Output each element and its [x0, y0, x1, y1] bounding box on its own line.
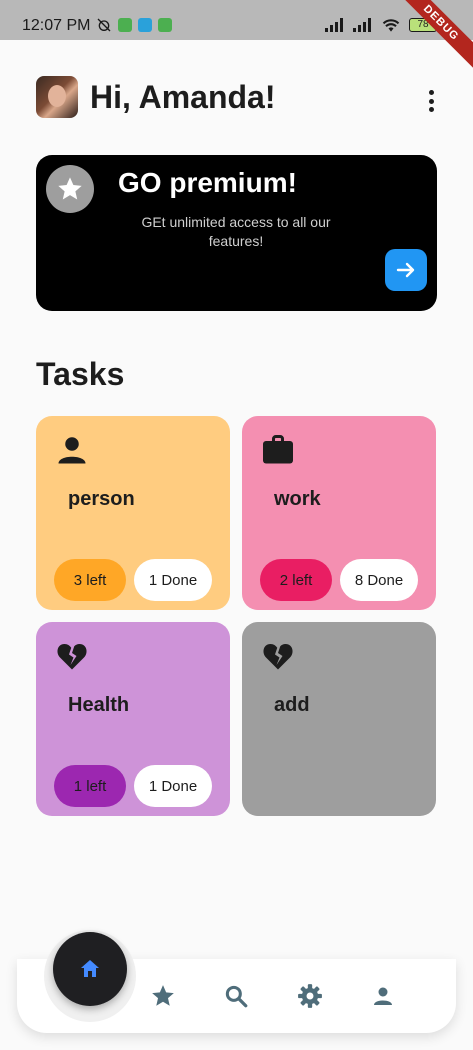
status-time: 12:07 PM [22, 17, 91, 34]
app-notification-icon [118, 18, 132, 32]
person-icon [58, 437, 86, 464]
nav-search-button[interactable] [223, 983, 249, 1009]
more-vert-icon[interactable] [424, 88, 438, 114]
telegram-icon [138, 18, 152, 32]
alarm-off-icon [97, 18, 111, 32]
star-icon [46, 165, 94, 213]
task-card-health[interactable]: Health 1 left 1 Done [36, 622, 230, 816]
tasks-left-badge: 2 left [260, 559, 332, 601]
task-card-label: add [274, 694, 310, 716]
tasks-done-badge: 8 Done [340, 559, 418, 601]
arrow-forward-icon[interactable] [385, 249, 427, 291]
notification-icons [96, 17, 172, 33]
nav-favorites-button[interactable] [150, 983, 176, 1009]
header: Hi, Amanda! [36, 76, 276, 118]
premium-banner[interactable]: GO premium! GEt unlimited access to all … [36, 155, 437, 311]
app-notification-icon [158, 18, 172, 32]
home-icon [81, 960, 99, 977]
tasks-done-badge: 1 Done [134, 765, 212, 807]
signal-icon [325, 18, 343, 32]
heart-broken-icon [263, 644, 293, 670]
star-icon [152, 985, 174, 1006]
signal-icon [353, 18, 371, 32]
tasks-done-badge: 1 Done [134, 559, 212, 601]
task-card-label: person [68, 488, 135, 510]
search-icon [225, 985, 248, 1008]
status-bar: 12:07 PM 78 DEBUG [0, 0, 473, 72]
debug-banner: DEBUG [392, 0, 473, 72]
tasks-left-badge: 1 left [54, 765, 126, 807]
premium-title: GO premium! [118, 167, 297, 198]
settings-icon [298, 984, 322, 1008]
heart-broken-icon [57, 644, 87, 670]
task-card-add[interactable]: add [242, 622, 436, 816]
nav-profile-button[interactable] [370, 983, 396, 1009]
avatar[interactable] [36, 76, 78, 118]
task-card-person[interactable]: person 3 left 1 Done [36, 416, 230, 610]
tasks-title: Tasks [36, 356, 125, 392]
tasks-left-badge: 3 left [54, 559, 126, 601]
task-card-label: Health [68, 694, 130, 716]
greeting: Hi, Amanda! [90, 78, 276, 115]
system-icons: 78 [325, 17, 437, 33]
nav-settings-button[interactable] [297, 983, 323, 1009]
task-card-label: work [274, 488, 321, 510]
nav-home-button[interactable] [53, 932, 127, 1006]
task-card-work[interactable]: work 2 left 8 Done [242, 416, 436, 610]
briefcase-icon [263, 435, 293, 464]
person-icon [374, 987, 392, 1005]
wifi-icon [382, 19, 400, 32]
premium-subtitle: GEt unlimited access to all our features… [141, 214, 331, 249]
